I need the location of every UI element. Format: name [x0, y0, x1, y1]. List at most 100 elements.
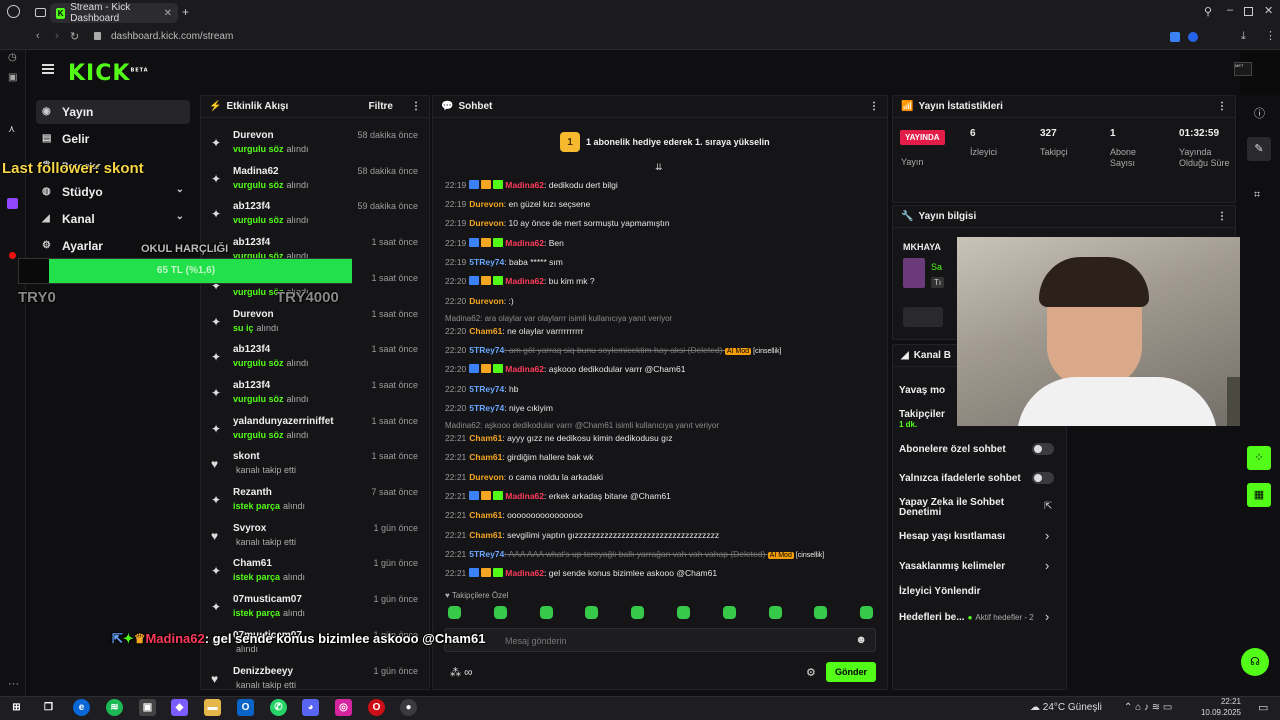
activity-item[interactable]: ✦ ab123f4 vurgulu söz alındı 1 saat önce	[208, 378, 422, 412]
activity-item[interactable]: ✦ yalandunyazerriniffet vurgulu söz alındı 1…	[208, 414, 422, 448]
discord-icon[interactable]: ◕	[302, 699, 319, 716]
message-user[interactable]: Madina62	[505, 491, 544, 501]
extensions-icon[interactable]	[1170, 32, 1180, 42]
hamburger-icon[interactable]	[42, 64, 54, 74]
external-link-icon[interactable]: ⇱	[1044, 501, 1052, 512]
whatsapp-icon[interactable]: ✆	[270, 699, 287, 716]
subs-only-toggle[interactable]	[1032, 443, 1054, 455]
sidebar-toggle-icon[interactable]	[35, 8, 46, 17]
forward-icon[interactable]: ›	[55, 30, 59, 42]
emote-icon[interactable]	[493, 606, 507, 619]
chat-settings-icon[interactable]: ⚙	[806, 666, 816, 679]
tray-icons[interactable]: ⌃ ⌂ ♪ ≋ ▭	[1124, 702, 1172, 713]
nav-yayin[interactable]: ◉ Yayın	[36, 100, 190, 124]
banned-words-setting[interactable]: Yasaklanmış kelimeler	[899, 561, 1005, 572]
activity-item[interactable]: ✦ Madina62 vurgulu söz alındı 58 dakika önce	[208, 164, 422, 198]
redirect-viewers-label[interactable]: İzleyici Yönlendir	[899, 586, 981, 597]
activity-user[interactable]: skont	[233, 451, 260, 462]
activity-user[interactable]: 07musticam07	[233, 594, 302, 605]
chat-message[interactable]: 22:20 Madina62: aşkooo dedikodular varrr …	[445, 364, 885, 378]
menu-icon[interactable]: ⋮	[1265, 29, 1276, 42]
outlook-icon[interactable]: O	[237, 699, 254, 716]
more-icon[interactable]: ···	[8, 678, 19, 690]
activity-user[interactable]: Svyrox	[233, 523, 266, 534]
activity-user[interactable]: Rezanth	[233, 487, 272, 498]
emote-icon[interactable]	[677, 606, 690, 619]
activity-item[interactable]: ✦ Rezanth istek parça alındı 7 saat önce	[208, 485, 422, 519]
task-view-icon[interactable]: ❐	[40, 699, 57, 716]
message-user[interactable]: 5TRey74	[469, 345, 504, 355]
users-icon[interactable]: ⁘	[1247, 446, 1271, 470]
chat-message[interactable]: 22:21 Madina62: gel sende konus bizimlee …	[445, 568, 885, 582]
activity-item[interactable]: ♥ Svyrox kanalı takip etti 1 gün önce	[208, 521, 422, 555]
scroll-down-icon[interactable]: ⇊	[655, 162, 663, 173]
chat-message[interactable]: 22:21 Cham61: sevgilimi yaptın gızzzzzzzz…	[445, 530, 885, 544]
activity-item[interactable]: ✦ Durevon su iç alındı 1 saat önce	[208, 307, 422, 341]
commands-icon[interactable]: ⁂	[450, 666, 461, 679]
ai-mod-label[interactable]: Yapay Zeka ile Sohbet Denetimi	[899, 498, 1029, 518]
url-field[interactable]: dashboard.kick.com/stream	[111, 31, 233, 42]
store-icon[interactable]: ▣	[139, 699, 156, 716]
emote-only-toggle[interactable]	[1032, 472, 1054, 484]
activity-item[interactable]: ✦ 07musticam07 istek parça alındı 1 gün önce	[208, 592, 422, 626]
info-icon[interactable]: ⓘ	[1254, 105, 1265, 121]
vpn-icon[interactable]	[1188, 32, 1198, 42]
nav-gelir[interactable]: ▤ Gelir	[36, 127, 190, 151]
edit-info-button[interactable]	[903, 307, 943, 327]
activity-item[interactable]: ✦ Durevon vurgulu söz alındı 58 dakika önce	[208, 128, 422, 162]
chat-message[interactable]: 22:21 Madina62: erkek arkadaş bitane @Cha…	[445, 491, 885, 505]
activity-user[interactable]: yalandunyazerriniffet	[233, 416, 334, 427]
account-age-setting[interactable]: Hesap yaşı kısıtlaması	[899, 531, 1005, 542]
message-user[interactable]: Madina62	[505, 568, 544, 578]
activity-item[interactable]: ♥ Denizzbeeyy kanalı takip etti 1 gün önce	[208, 664, 422, 698]
followers-only-setting[interactable]: Takipçiler	[899, 409, 945, 420]
download-icon[interactable]: ⤓	[1241, 30, 1246, 43]
message-user[interactable]: 5TRey74	[469, 549, 504, 559]
spotify-icon[interactable]: ≋	[106, 699, 123, 716]
chat-message[interactable]: 22:20 Durevon: :)	[445, 296, 885, 310]
chat-message[interactable]: 22:19 Durevon: 10 ay önce de mert sormuşt…	[445, 218, 885, 232]
message-user[interactable]: Cham61	[469, 326, 502, 336]
clock-time[interactable]: 22:21	[1203, 697, 1241, 706]
filter-button[interactable]: Filtre	[369, 101, 393, 112]
emoji-icon[interactable]: ☻	[855, 634, 867, 646]
message-user[interactable]: Cham61	[469, 433, 502, 443]
chat-message[interactable]: 22:20 5TRey74: niye cıkiyim	[445, 403, 885, 417]
minimize-icon[interactable]: –	[1227, 4, 1233, 16]
weather-widget[interactable]: ☁ 24°C Güneşli	[1030, 702, 1102, 713]
scan-icon[interactable]: ⌗	[1254, 189, 1260, 202]
browser-tab[interactable]: K Stream - Kick Dashboard ✕	[50, 2, 178, 24]
message-user[interactable]: Madina62	[505, 238, 544, 248]
message-user[interactable]: Durevon	[469, 199, 503, 209]
activity-item[interactable]: ✦ ab123f4 vurgulu söz alındı 1 saat önce	[208, 342, 422, 376]
chat-message[interactable]: 22:21 Cham61: ayyy gızz ne dedikosu kimin…	[445, 433, 885, 447]
app-icon[interactable]: ◆	[171, 699, 188, 716]
category-name[interactable]: Sa	[931, 262, 942, 272]
chat-message[interactable]: 22:21 Cham61: oooooooooooooooo	[445, 510, 885, 524]
goals-setting[interactable]: Hedefleri be... ● Aktif hedefler - 2	[899, 612, 1034, 623]
chat-message[interactable]: 22:19 Madina62: Ben	[445, 238, 885, 252]
clapper-icon[interactable]: ▦	[1247, 483, 1271, 507]
message-user[interactable]: Durevon	[469, 472, 503, 482]
activity-user[interactable]: Durevon	[233, 309, 274, 320]
new-tab-icon[interactable]: +	[182, 5, 189, 19]
twitch-icon[interactable]	[7, 198, 18, 209]
activity-user[interactable]: Durevon	[233, 130, 274, 141]
close-tab-icon[interactable]: ✕	[164, 8, 172, 19]
chat-message[interactable]: 22:20 Madina62: bu kim mk ?	[445, 276, 885, 290]
reload-icon[interactable]: ↻	[70, 30, 79, 43]
message-user[interactable]: Madina62	[505, 364, 544, 374]
chat-message[interactable]: 22:21 Durevon: o cama noldu la arkadaki	[445, 472, 885, 486]
chat-message[interactable]: 22:20 5TRey74: hb	[445, 384, 885, 398]
chat-message[interactable]: 22:19 Durevon: en güzel kızı seçsene	[445, 199, 885, 213]
pen-icon[interactable]: ✎	[1247, 137, 1271, 161]
emote-icon[interactable]	[585, 606, 599, 619]
edge-icon[interactable]: e	[73, 699, 90, 716]
stats-options-icon[interactable]: ⋮	[1217, 101, 1227, 112]
message-user[interactable]: Madina62	[505, 180, 544, 190]
chat-message[interactable]: 22:20 5TRey74: am göt yarraq siq bunu soy…	[445, 345, 885, 359]
activity-user[interactable]: Denizzbeeyy	[233, 666, 293, 677]
message-user[interactable]: 5TRey74	[469, 257, 504, 267]
emote-icon[interactable]	[448, 606, 461, 619]
chat-input[interactable]: Mesaj gönderin ☻	[444, 628, 876, 652]
